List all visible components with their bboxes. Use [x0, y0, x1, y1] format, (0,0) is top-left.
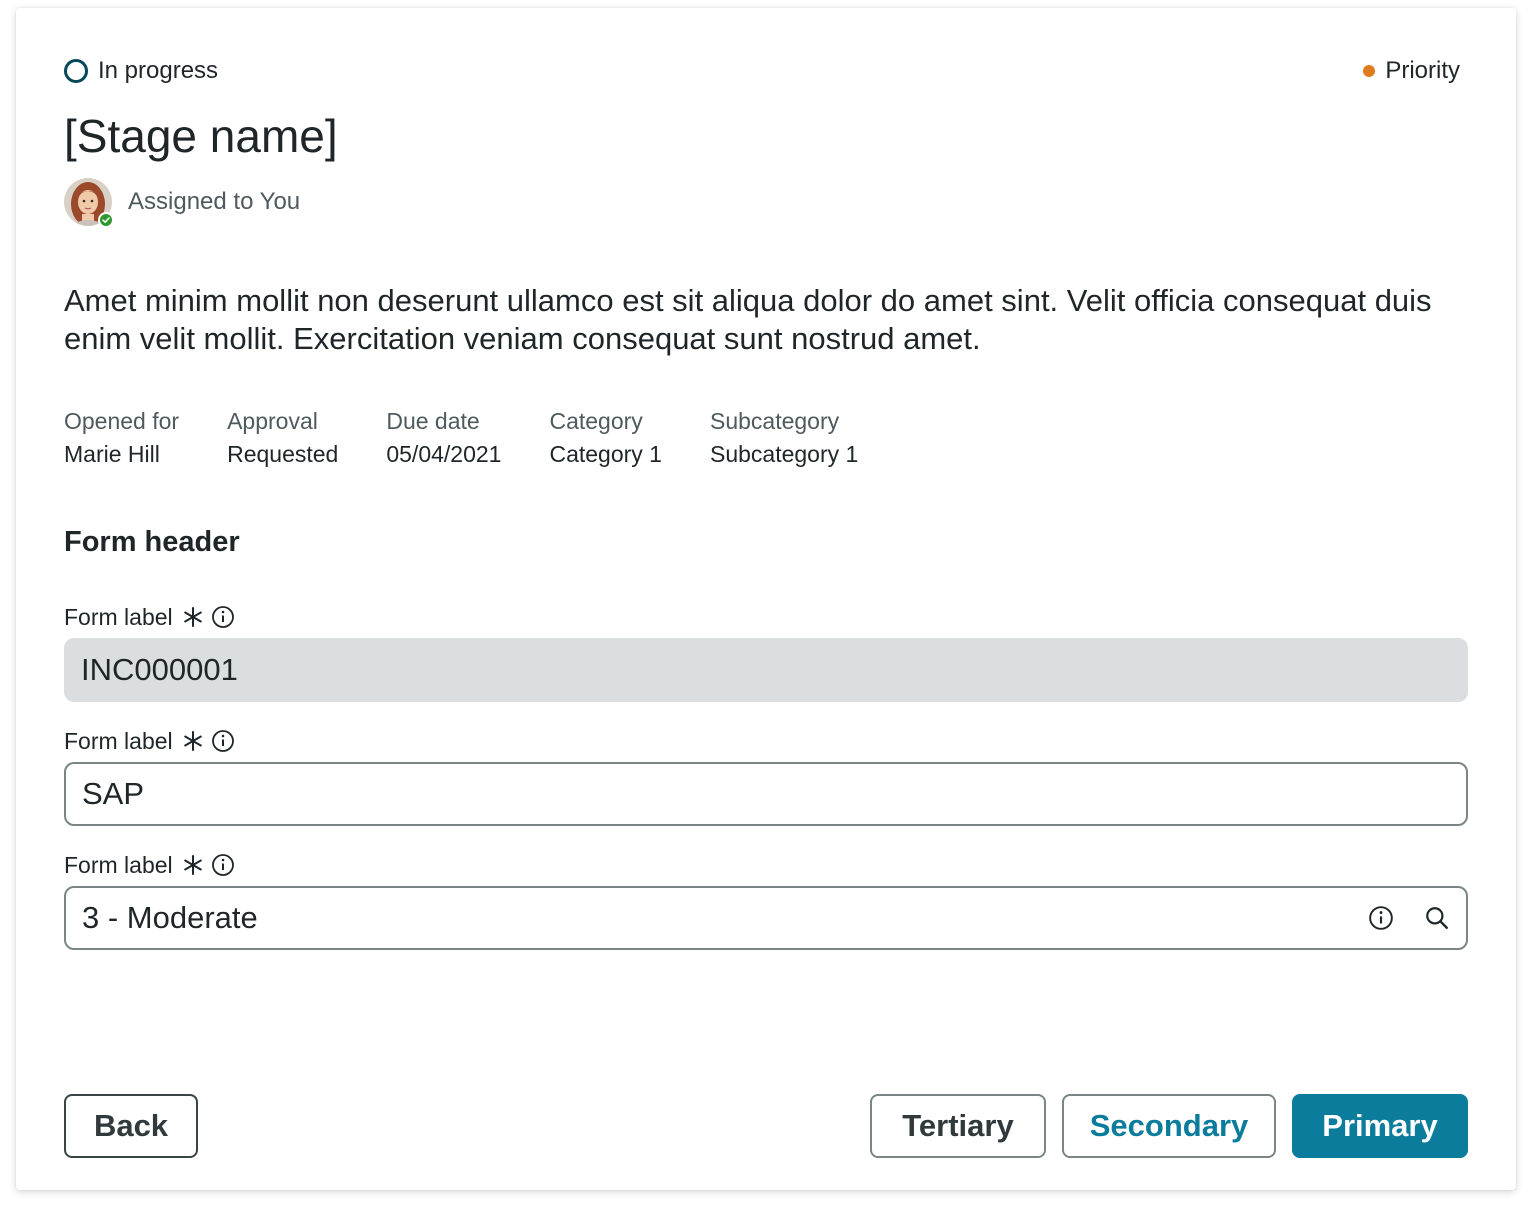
- form-header: Form header: [64, 526, 240, 558]
- field-label-text: Form label: [64, 851, 173, 878]
- meta-category: Category Category 1: [549, 404, 662, 470]
- field-value: INC000001: [81, 652, 238, 687]
- status-label: In progress: [98, 57, 219, 84]
- meta-opened-for: Opened for Marie Hill: [64, 404, 179, 470]
- field-value: 3 - Moderate: [82, 900, 258, 935]
- avatar[interactable]: [64, 178, 114, 228]
- tertiary-button[interactable]: Tertiary: [870, 1094, 1046, 1158]
- required-asterisk-icon: [183, 607, 203, 627]
- field-label-2: Form label: [64, 726, 235, 756]
- status-indicator: In progress: [64, 56, 218, 86]
- info-icon[interactable]: [1368, 905, 1394, 931]
- search-icon[interactable]: [1424, 905, 1450, 931]
- meta-due-date: Due date 05/04/2021: [386, 404, 501, 470]
- assignee: Assigned to You: [64, 178, 301, 228]
- required-asterisk-icon: [183, 731, 203, 751]
- priority-dot-icon: [1363, 65, 1376, 77]
- info-icon[interactable]: [211, 853, 235, 877]
- meta-label: Due date: [386, 408, 480, 434]
- info-icon[interactable]: [211, 605, 235, 629]
- stage-description: Amet minim mollit non deserunt ullamco e…: [64, 283, 1432, 356]
- field-icons: [1338, 905, 1450, 931]
- secondary-button[interactable]: Secondary: [1062, 1094, 1276, 1158]
- required-asterisk-icon: [183, 855, 203, 875]
- field-label-3: Form label: [64, 850, 235, 880]
- presence-available-icon: [98, 212, 114, 228]
- field-value: SAP: [82, 776, 145, 811]
- field-label-1: Form label: [64, 602, 235, 632]
- meta-value: Subcategory 1: [709, 441, 859, 467]
- meta-label: Category: [549, 408, 643, 434]
- priority-indicator: Priority: [1363, 56, 1460, 86]
- metadata-list: Opened for Marie Hill Approval Requested…: [64, 404, 906, 470]
- meta-value: Category 1: [549, 441, 662, 467]
- meta-value: Marie Hill: [64, 441, 160, 467]
- meta-subcategory: Subcategory Subcategory 1: [710, 404, 858, 470]
- primary-button[interactable]: Primary: [1292, 1094, 1468, 1158]
- priority-label: Priority: [1385, 57, 1460, 84]
- meta-approval: Approval Requested: [227, 404, 338, 470]
- meta-label: Approval: [227, 408, 318, 434]
- reference-lookup-field[interactable]: 3 - Moderate: [64, 886, 1468, 950]
- meta-label: Opened for: [64, 408, 180, 434]
- info-icon[interactable]: [211, 729, 235, 753]
- assignee-label: Assigned to You: [128, 188, 301, 215]
- text-input-field[interactable]: SAP: [64, 762, 1468, 826]
- stage-title: [Stage name]: [64, 110, 338, 162]
- stage-card: In progress Priority [Stage name] Assign…: [16, 8, 1516, 1190]
- field-label-text: Form label: [64, 727, 173, 754]
- meta-value: Requested: [227, 441, 339, 467]
- meta-value: 05/04/2021: [386, 441, 502, 467]
- meta-label: Subcategory: [709, 408, 840, 434]
- back-button[interactable]: Back: [64, 1094, 198, 1158]
- incident-number-field[interactable]: INC000001: [64, 638, 1468, 702]
- field-label-text: Form label: [64, 603, 173, 630]
- in-progress-icon: [64, 59, 88, 83]
